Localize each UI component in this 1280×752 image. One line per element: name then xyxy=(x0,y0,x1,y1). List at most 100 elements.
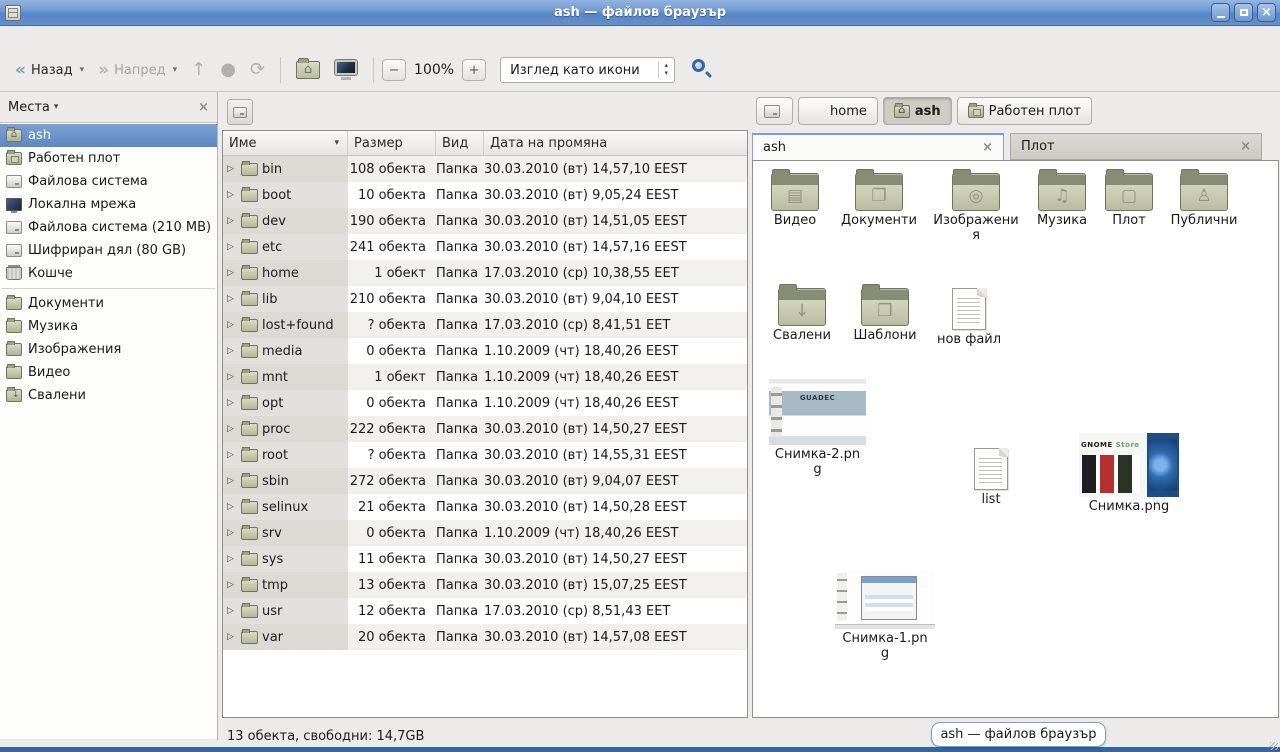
column-header-name[interactable]: Име ▾ xyxy=(223,131,348,155)
crumb-root[interactable] xyxy=(756,97,793,125)
var[interactable]: ▷ var 20 обекта Папка 30.03.2010 (вт) 14… xyxy=(223,624,747,650)
expander-icon[interactable]: ▷ xyxy=(227,216,237,226)
up-button[interactable]: ↑ xyxy=(184,56,213,84)
srv[interactable]: ▷ srv 0 обекта Папка 1.10.2009 (чт) 18,4… xyxy=(223,520,747,546)
minimize-button[interactable] xyxy=(1211,3,1230,22)
tab-close-icon[interactable]: × xyxy=(982,140,993,155)
stop-button[interactable]: ● xyxy=(213,56,243,84)
menu-item[interactable] xyxy=(94,36,112,40)
file-snimka-2[interactable]: GUADEC Снимка-2.png xyxy=(767,379,868,478)
media[interactable]: ▷ media 0 обекта Папка 1.10.2009 (чт) 18… xyxy=(223,338,747,364)
close-button[interactable]: × xyxy=(1257,3,1276,22)
lib[interactable]: ▷ lib 210 обекта Папка 30.03.2010 (вт) 9… xyxy=(223,286,747,312)
crumb-desktop[interactable]: Работен плот xyxy=(957,97,1092,125)
place-desktop[interactable]: Работен плот xyxy=(0,147,217,170)
resize-grip[interactable] xyxy=(1270,742,1278,750)
folder-pictures[interactable]: ◎ Изображения xyxy=(932,173,1020,244)
back-button[interactable]: « Назад ▾ xyxy=(8,57,91,84)
menu-item[interactable] xyxy=(40,36,58,40)
place-ash[interactable]: ash xyxy=(0,124,217,147)
column-header-size[interactable]: Размер xyxy=(348,131,436,155)
expander-icon[interactable]: ▷ xyxy=(227,424,237,434)
root-location-button[interactable] xyxy=(227,99,253,125)
folder-documents[interactable]: ❐ Документи xyxy=(837,173,921,229)
root[interactable]: ▷ root ? обекта Папка 30.03.2010 (вт) 14… xyxy=(223,442,747,468)
file-list[interactable]: list xyxy=(953,448,1029,508)
folder-templates[interactable]: ❒ Шаблони xyxy=(844,288,926,344)
tab-close-icon[interactable]: × xyxy=(1240,139,1251,154)
tab-ash[interactable]: ash × xyxy=(752,133,1004,160)
home-button[interactable] xyxy=(289,56,327,84)
zoom-out-button[interactable]: − xyxy=(382,59,406,81)
expander-icon[interactable]: ▷ xyxy=(227,268,237,278)
forward-dropdown-icon[interactable]: ▾ xyxy=(173,65,178,75)
bin[interactable]: ▷ bin 108 обекта Папка 30.03.2010 (вт) 1… xyxy=(223,156,747,182)
tmp[interactable]: ▷ tmp 13 обекта Папка 30.03.2010 (вт) 15… xyxy=(223,572,747,598)
place-pictures[interactable]: Изображения xyxy=(0,338,217,361)
expander-icon[interactable]: ▷ xyxy=(227,450,237,460)
sidebar-close-icon[interactable]: × xyxy=(198,100,209,115)
expander-icon[interactable]: ▷ xyxy=(227,242,237,252)
forward-button[interactable]: » Напред ▾ xyxy=(91,57,184,84)
sys[interactable]: ▷ sys 11 обекта Папка 30.03.2010 (вт) 14… xyxy=(223,546,747,572)
expander-icon[interactable]: ▷ xyxy=(227,372,237,382)
place-downloads[interactable]: Свалени xyxy=(0,384,217,407)
folder-music[interactable]: ♫ Музика xyxy=(1024,173,1100,229)
crumb-ash[interactable]: ash xyxy=(883,97,952,125)
folder-public[interactable]: ♙ Публични xyxy=(1163,173,1245,229)
proc[interactable]: ▷ proc 222 обекта Папка 30.03.2010 (вт) … xyxy=(223,416,747,442)
reload-button[interactable]: ⟳ xyxy=(243,56,272,84)
folder-desktop[interactable]: ▢ Плот xyxy=(1094,173,1164,229)
zoom-in-button[interactable]: + xyxy=(462,59,486,81)
mnt[interactable]: ▷ mnt 1 обект Папка 1.10.2009 (чт) 18,40… xyxy=(223,364,747,390)
folder-downloads[interactable]: ↓ Свалени xyxy=(762,288,842,344)
expander-icon[interactable]: ▷ xyxy=(227,554,237,564)
place-documents[interactable]: Документи xyxy=(0,292,217,315)
back-dropdown-icon[interactable]: ▾ xyxy=(80,65,85,75)
view-mode-select[interactable]: Изглед като икони ▴▾ xyxy=(500,57,675,83)
column-header-type[interactable]: Вид xyxy=(436,131,484,155)
place-music[interactable]: Музика xyxy=(0,315,217,338)
place-trash[interactable]: Кошче xyxy=(0,262,217,285)
etc[interactable]: ▷ etc 241 обекта Папка 30.03.2010 (вт) 1… xyxy=(223,234,747,260)
expander-icon[interactable]: ▷ xyxy=(227,580,237,590)
opt[interactable]: ▷ opt 0 обекта Папка 1.10.2009 (чт) 18,4… xyxy=(223,390,747,416)
file-new-file[interactable]: нов файл xyxy=(929,288,1009,348)
sidebar-title[interactable]: Места xyxy=(8,100,50,115)
home[interactable]: ▷ home 1 обект Папка 17.03.2010 (ср) 10,… xyxy=(223,260,747,286)
file-snimka-1[interactable]: Снимка-1.png xyxy=(833,569,937,662)
selinux[interactable]: ▷ selinux 21 обекта Папка 30.03.2010 (вт… xyxy=(223,494,747,520)
menu-item[interactable] xyxy=(76,36,94,40)
expander-icon[interactable]: ▷ xyxy=(227,398,237,408)
menu-item[interactable] xyxy=(4,36,22,40)
maximize-button[interactable] xyxy=(1234,3,1253,22)
tab-plot[interactable]: Плот × xyxy=(1010,133,1262,160)
file-snimka[interactable]: GNOME Store Снимка.png xyxy=(1075,433,1183,515)
computer-button[interactable] xyxy=(327,55,365,85)
usr[interactable]: ▷ usr 12 обекта Папка 17.03.2010 (ср) 8,… xyxy=(223,598,747,624)
menu-item[interactable] xyxy=(58,36,76,40)
expander-icon[interactable]: ▷ xyxy=(227,476,237,486)
expander-icon[interactable]: ▷ xyxy=(227,606,237,616)
expander-icon[interactable]: ▷ xyxy=(227,502,237,512)
expander-icon[interactable]: ▷ xyxy=(227,190,237,200)
crumb-home[interactable]: home xyxy=(798,97,878,125)
expander-icon[interactable]: ▷ xyxy=(227,320,237,330)
sbin[interactable]: ▷ sbin 272 обекта Папка 30.03.2010 (вт) … xyxy=(223,468,747,494)
place-filesystem[interactable]: Файлова система xyxy=(0,170,217,193)
expander-icon[interactable]: ▷ xyxy=(227,528,237,538)
boot[interactable]: ▷ boot 10 обекта Папка 30.03.2010 (вт) 9… xyxy=(223,182,747,208)
place-network[interactable]: Локална мрежа xyxy=(0,193,217,216)
search-button[interactable] xyxy=(689,57,715,83)
place-encrypted-80gb[interactable]: Шифриран дял (80 GB) xyxy=(0,239,217,262)
expander-icon[interactable]: ▷ xyxy=(227,164,237,174)
column-header-date[interactable]: Дата на промяна xyxy=(484,131,747,155)
folder-video[interactable]: ▤ Видео xyxy=(755,173,835,229)
expander-icon[interactable]: ▷ xyxy=(227,294,237,304)
chevron-down-icon[interactable]: ▾ xyxy=(54,102,59,112)
place-videos[interactable]: Видео xyxy=(0,361,217,384)
menu-item[interactable] xyxy=(22,36,40,40)
dev[interactable]: ▷ dev 190 обекта Папка 30.03.2010 (вт) 1… xyxy=(223,208,747,234)
expander-icon[interactable]: ▷ xyxy=(227,346,237,356)
lost+found[interactable]: ▷ lost+found ? обекта Папка 17.03.2010 (… xyxy=(223,312,747,338)
